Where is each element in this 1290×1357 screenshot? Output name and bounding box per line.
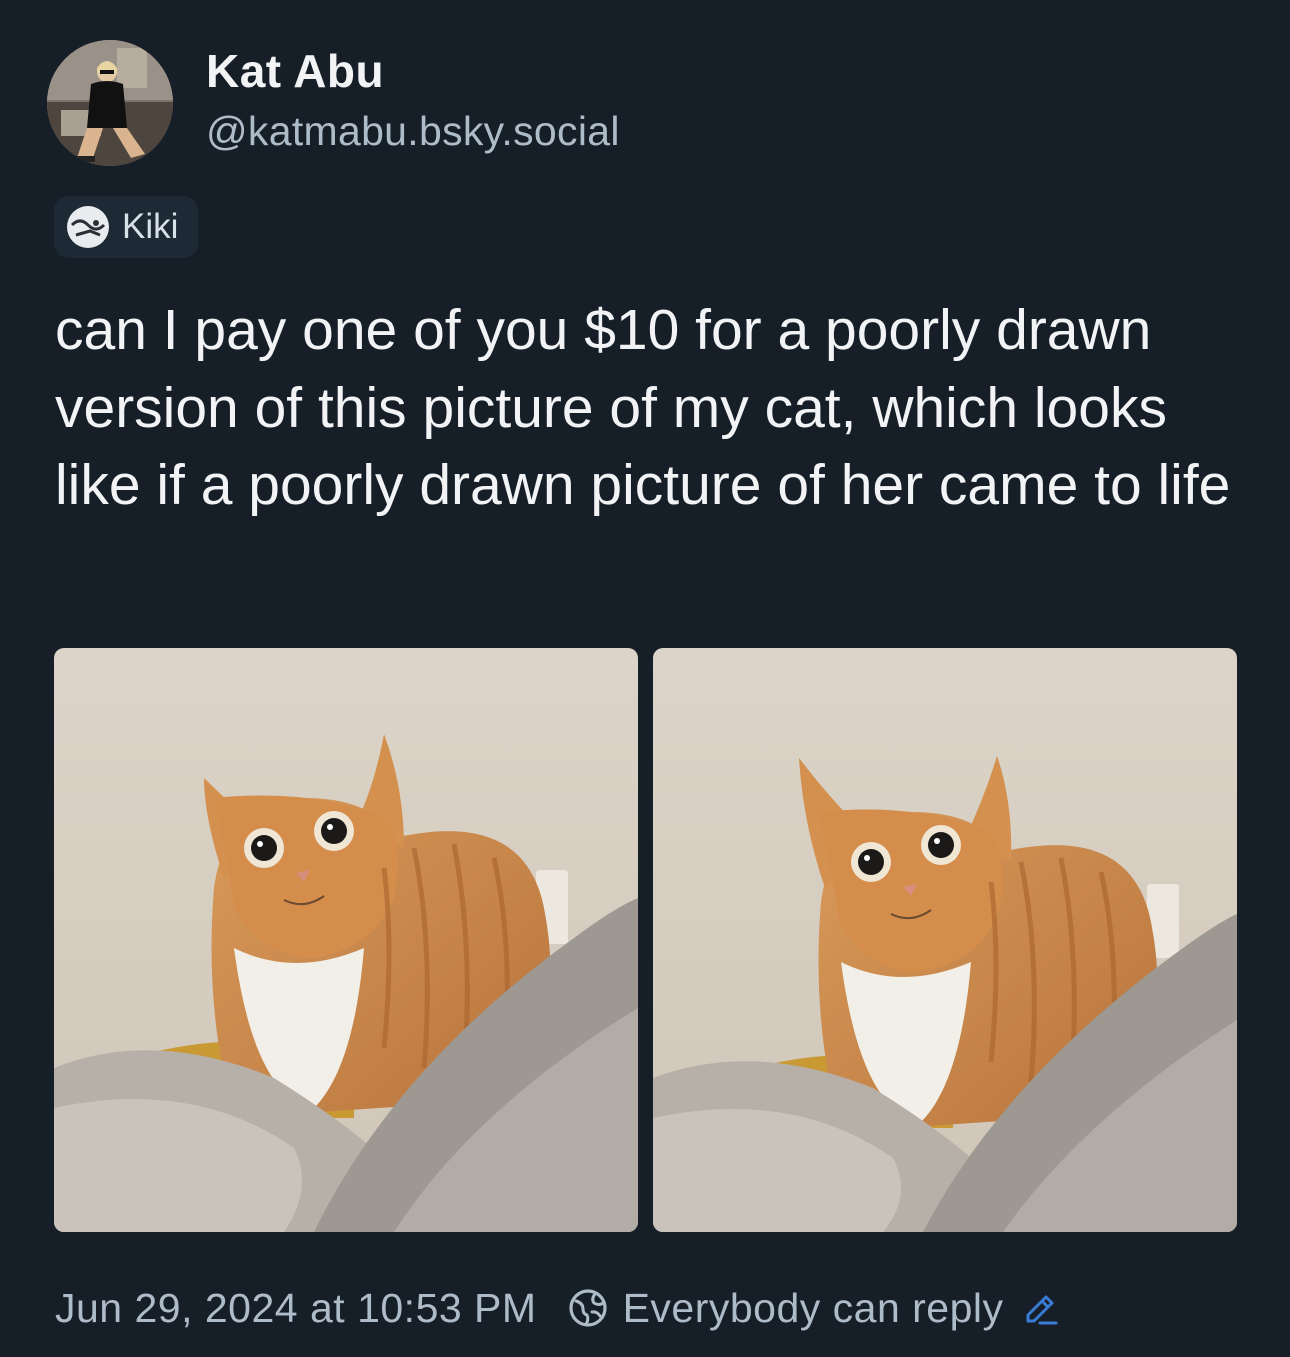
post-meta: Jun 29, 2024 at 10:53 PM Everybody can r… (55, 1280, 1060, 1336)
label-pill[interactable]: Kiki (54, 196, 199, 258)
globe-icon (567, 1287, 609, 1329)
reply-settings[interactable]: Everybody can reply (567, 1285, 1060, 1332)
post-text: can I pay one of you $10 for a poorly dr… (55, 298, 1231, 517)
label-text: Kiki (122, 207, 179, 246)
pencil-icon[interactable] (1022, 1289, 1060, 1327)
post-image-1[interactable] (54, 648, 638, 1232)
post-timestamp[interactable]: Jun 29, 2024 at 10:53 PM (55, 1285, 537, 1332)
reply-setting-text: Everybody can reply (622, 1284, 1004, 1331)
post-image-2[interactable] (653, 648, 1237, 1232)
author-handle[interactable]: @katmabu.bsky.social (206, 108, 620, 155)
kiki-avatar-icon (66, 205, 110, 249)
author-name[interactable]: Kat Abu (206, 44, 384, 98)
post: Kat Abu @katmabu.bsky.social Kiki can I … (0, 0, 1290, 1357)
author-avatar[interactable] (47, 40, 173, 166)
